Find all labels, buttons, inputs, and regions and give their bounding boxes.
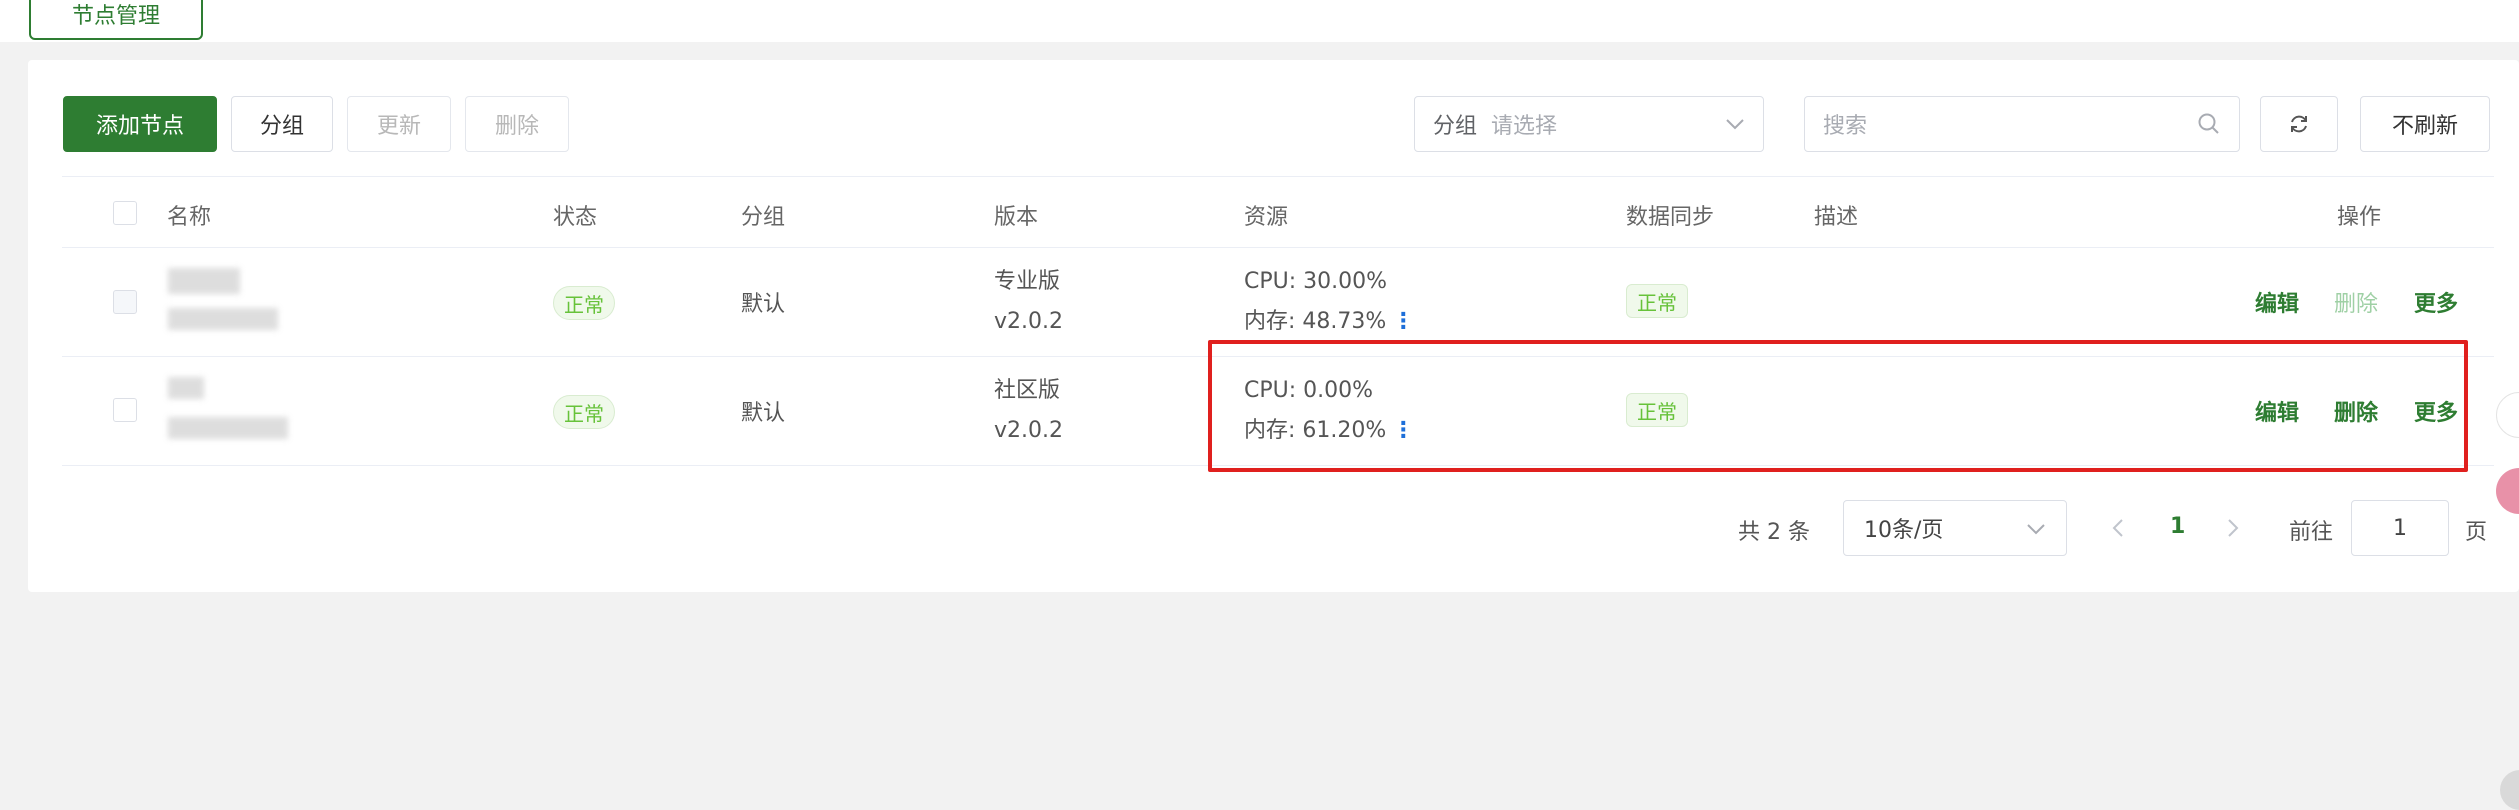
header-data-sync: 数据同步	[1626, 205, 1715, 230]
table-row: 正常 默认 社区版 v2.0.2 CPU: 0.00% 内存: 61.20% ⋮ …	[62, 357, 2494, 466]
row-checkbox[interactable]	[113, 398, 137, 422]
header-group: 分组	[741, 205, 786, 230]
page-size-select[interactable]: 10条/页	[1843, 500, 2067, 556]
edit-link[interactable]: 编辑	[2255, 286, 2299, 318]
goto-page-input[interactable]: 1	[2351, 500, 2449, 556]
select-all-checkbox[interactable]	[113, 201, 137, 225]
group-button[interactable]: 分组	[231, 96, 333, 152]
table-row: 正常 默认 专业版 v2.0.2 CPU: 30.00% 内存: 48.73% ⋮…	[62, 248, 2494, 357]
corner-widget-icon[interactable]	[2500, 770, 2519, 810]
header-resource: 资源	[1244, 205, 1289, 230]
main-card: 添加节点 分组 更新 删除 分组 请选择 搜索 不刷新 名称 状态 分组 版本 …	[28, 60, 2519, 592]
search-input[interactable]: 搜索	[1804, 96, 2240, 152]
node-table: 名称 状态 分组 版本 资源 数据同步 描述 操作 正常 默认 专业版 v2.0…	[62, 176, 2494, 466]
resource-cell: CPU: 30.00% 内存: 48.73% ⋮	[1244, 262, 1414, 342]
no-refresh-button[interactable]: 不刷新	[2360, 96, 2490, 152]
prev-page-icon[interactable]	[2111, 518, 2125, 538]
header-status: 状态	[553, 205, 598, 230]
edition-value: 专业版	[994, 269, 1061, 294]
goto-label: 前往	[2289, 520, 2334, 545]
version-value: v2.0.2	[994, 309, 1063, 334]
header-description: 描述	[1814, 205, 1859, 230]
status-badge: 正常	[553, 286, 615, 320]
node-address-redacted	[168, 417, 288, 439]
delete-link[interactable]: 删除	[2334, 286, 2378, 318]
refresh-icon	[2287, 112, 2311, 136]
version-cell: 专业版 v2.0.2	[994, 262, 1063, 342]
resource-cell: CPU: 0.00% 内存: 61.20% ⋮	[1244, 371, 1414, 451]
memory-value: 内存: 61.20%	[1244, 418, 1387, 443]
cpu-value: CPU: 30.00%	[1244, 269, 1388, 294]
update-button[interactable]: 更新	[347, 96, 451, 152]
row-checkbox[interactable]	[113, 290, 137, 314]
page-suffix: 页	[2465, 520, 2488, 545]
node-address-redacted	[168, 308, 278, 330]
search-placeholder: 搜索	[1823, 114, 1868, 139]
header-version: 版本	[994, 205, 1039, 230]
chevron-down-icon	[1725, 118, 1745, 130]
tab-node-management[interactable]: 节点管理	[29, 0, 203, 40]
more-link[interactable]: 更多	[2414, 286, 2458, 318]
group-value: 默认	[741, 401, 786, 426]
header-operations: 操作	[2337, 205, 2382, 230]
group-filter-placeholder: 请选择	[1491, 114, 1558, 139]
more-vertical-icon[interactable]: ⋮	[1392, 418, 1414, 443]
group-filter-prefix: 分组	[1433, 114, 1478, 139]
add-node-button[interactable]: 添加节点	[63, 96, 217, 152]
edit-link[interactable]: 编辑	[2255, 395, 2299, 427]
search-icon[interactable]	[2197, 112, 2221, 136]
next-page-icon[interactable]	[2226, 518, 2240, 538]
edition-value: 社区版	[994, 378, 1061, 403]
cpu-value: CPU: 0.00%	[1244, 378, 1374, 403]
delete-link[interactable]: 删除	[2334, 395, 2378, 427]
group-value: 默认	[741, 292, 786, 317]
sync-status-badge: 正常	[1626, 284, 1688, 318]
header-name: 名称	[167, 205, 212, 230]
sync-status-badge: 正常	[1626, 393, 1688, 427]
refresh-button[interactable]	[2260, 96, 2338, 152]
page-size-value: 10条/页	[1864, 518, 1944, 543]
chevron-down-icon	[2026, 523, 2046, 535]
version-value: v2.0.2	[994, 418, 1063, 443]
top-tab-bar: 节点管理	[0, 0, 2519, 42]
table-header: 名称 状态 分组 版本 资源 数据同步 描述 操作	[62, 176, 2494, 248]
more-link[interactable]: 更多	[2414, 395, 2458, 427]
pagination: 共 2 条 10条/页 1 前往 1 页	[28, 500, 2519, 556]
total-count: 共 2 条	[1738, 520, 1810, 545]
delete-button[interactable]: 删除	[465, 96, 569, 152]
memory-value: 内存: 48.73%	[1244, 309, 1387, 334]
group-filter-select[interactable]: 分组 请选择	[1414, 96, 1764, 152]
node-name-redacted	[168, 268, 240, 294]
version-cell: 社区版 v2.0.2	[994, 371, 1063, 451]
node-name-redacted	[168, 377, 204, 399]
current-page[interactable]: 1	[2170, 514, 2185, 539]
more-vertical-icon[interactable]: ⋮	[1392, 309, 1414, 334]
status-badge: 正常	[553, 395, 615, 429]
